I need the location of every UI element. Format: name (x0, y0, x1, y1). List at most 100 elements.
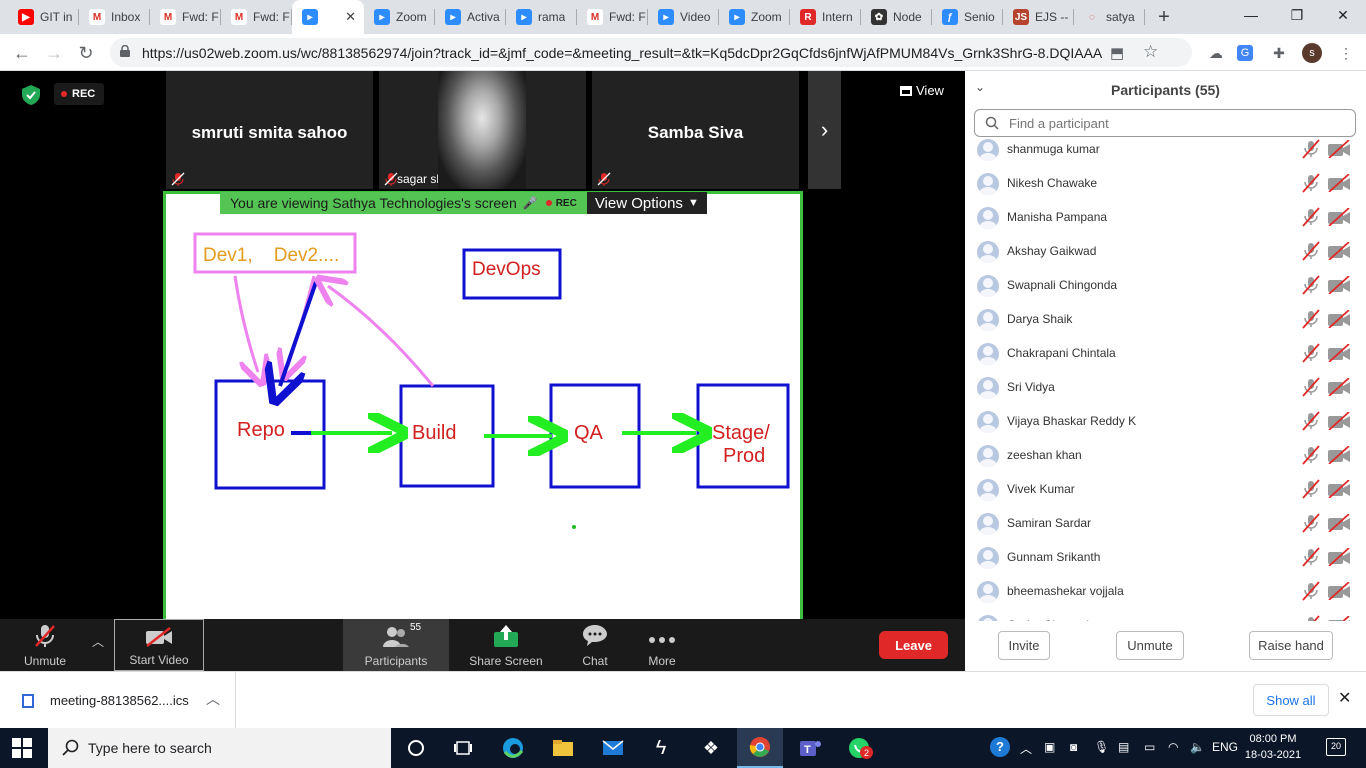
browser-tab[interactable]: ▸ rama (506, 0, 577, 34)
windows-taskbar: Type here to search ϟ ❖ T 2 ? ︿ ▣ ◙ 🎙 ▤ … (0, 728, 1366, 768)
participant-row[interactable]: Akshay Gaikwad (965, 241, 1366, 275)
mail-icon[interactable] (590, 728, 636, 768)
chevron-up-icon[interactable]: ︿ (206, 689, 220, 709)
whatsapp-icon[interactable]: 2 (836, 728, 882, 768)
participant-row[interactable]: bheemashekar vojjala (965, 581, 1366, 615)
search-input[interactable] (1009, 114, 1339, 132)
browser-tab[interactable]: ▸ Zoom (719, 0, 790, 34)
file-explorer-icon[interactable] (540, 728, 586, 768)
dropbox-icon[interactable]: ❖ (688, 728, 734, 768)
participant-row[interactable]: Gunnam Srikanth (965, 547, 1366, 581)
browser-tab[interactable]: ▶ GIT in (8, 0, 79, 34)
chrome-icon[interactable] (737, 728, 783, 768)
participant-row[interactable]: shanmuga kumar (965, 139, 1366, 173)
avatar (977, 139, 999, 161)
close-icon[interactable]: ✕ (1338, 688, 1351, 708)
notification-center-icon[interactable]: 20 (1326, 738, 1346, 756)
google-translate-icon[interactable]: G (1237, 45, 1253, 61)
mic-muted-icon (1302, 343, 1320, 363)
tab-close-icon[interactable]: ✕ (345, 9, 356, 25)
profile-avatar[interactable]: s (1302, 43, 1322, 63)
participant-row[interactable]: Vivek Kumar (965, 479, 1366, 513)
participant-row[interactable]: zeeshan khan (965, 445, 1366, 479)
menu-kebab-icon[interactable]: ⋮ (1336, 43, 1356, 63)
browser-tab[interactable]: R Intern (790, 0, 861, 34)
taskbar-search[interactable]: Type here to search (48, 728, 391, 768)
network-adapter-icon[interactable]: ▤ (1118, 740, 1129, 754)
volume-icon[interactable]: 🔈 (1190, 740, 1205, 754)
show-all-button[interactable]: Show all (1253, 684, 1329, 716)
security-tray-icon[interactable]: ▣ (1044, 740, 1055, 754)
back-arrow-icon[interactable]: ← (10, 41, 34, 65)
participant-row[interactable]: Nikesh Chawake (965, 173, 1366, 207)
forward-arrow-icon[interactable]: → (42, 41, 66, 65)
participant-row[interactable]: Vijaya Bhaskar Reddy K (965, 411, 1366, 445)
more-button[interactable]: More (640, 619, 684, 671)
share-screen-button[interactable]: Share Screen (466, 619, 546, 671)
next-page-chevron-icon[interactable]: › (808, 71, 841, 189)
participant-row[interactable]: Sri Vidya (965, 377, 1366, 411)
participant-row[interactable]: Darya Shaik (965, 309, 1366, 343)
close-window-button[interactable]: ✕ (1320, 0, 1366, 30)
mic-muted-icon (384, 172, 398, 186)
lightning-app-icon[interactable]: ϟ (638, 728, 684, 768)
security-shield-icon[interactable] (22, 85, 40, 105)
unmute-button[interactable]: Unmute (14, 619, 76, 671)
microphone-tray-icon[interactable]: 🎙 (1094, 740, 1109, 754)
participant-row[interactable]: Chakrapani Chintala (965, 343, 1366, 377)
browser-tab[interactable]: ◌ satya (1074, 0, 1145, 34)
reload-icon[interactable]: ↻ (74, 41, 98, 65)
bookmark-star-icon[interactable]: ☆ (1143, 42, 1158, 62)
participant-name: Vivek Kumar (1007, 482, 1075, 496)
chat-button[interactable]: Chat (570, 619, 620, 671)
unmute-self-button[interactable]: Unmute (1116, 631, 1184, 660)
audio-options-caret-icon[interactable]: ︿ (92, 633, 104, 650)
video-tile-smruti[interactable]: smruti smita sahoo (166, 71, 373, 189)
language-indicator[interactable]: ENG (1212, 740, 1238, 754)
browser-tab[interactable]: M Fwd: F (221, 0, 292, 34)
download-item[interactable]: meeting-88138562....ics ︿ (0, 672, 236, 729)
task-view-icon[interactable] (440, 728, 486, 768)
browser-tab[interactable]: M Fwd: F (577, 0, 648, 34)
browser-tab[interactable]: ▸ ✕ (292, 0, 364, 34)
minimize-button[interactable]: — (1228, 0, 1274, 30)
wifi-icon[interactable]: ◠ (1168, 740, 1178, 754)
participant-row[interactable]: Manisha Pampana (965, 207, 1366, 241)
cortana-icon[interactable] (393, 728, 439, 768)
tray-chevron-up-icon[interactable]: ︿ (1020, 740, 1032, 757)
raise-hand-button[interactable]: Raise hand (1249, 631, 1333, 660)
participant-name: Akshay Gaikwad (1007, 244, 1097, 258)
invite-button[interactable]: Invite (998, 631, 1050, 660)
help-icon[interactable]: ? (990, 737, 1010, 757)
windows-start-icon[interactable] (12, 738, 32, 758)
battery-icon[interactable]: ▭ (1144, 740, 1155, 754)
participant-search[interactable] (974, 109, 1356, 137)
browser-tab[interactable]: ƒ Senio (932, 0, 1003, 34)
browser-tab[interactable]: ▸ Activa (435, 0, 506, 34)
install-app-icon[interactable]: ⬒ (1110, 44, 1124, 62)
teams-icon[interactable]: T (787, 728, 833, 768)
start-video-button[interactable]: Start Video (114, 619, 204, 671)
maximize-button[interactable]: ❐ (1274, 0, 1320, 30)
edge-browser-icon[interactable] (490, 728, 536, 768)
browser-tab[interactable]: JS EJS -- (1003, 0, 1074, 34)
extensions-puzzle-icon[interactable]: ✚ (1269, 43, 1289, 63)
browser-tab[interactable]: M Fwd: F (150, 0, 221, 34)
clock[interactable]: 08:00 PM 18-03-2021 (1240, 731, 1306, 763)
browser-tab[interactable]: ▸ Zoom (364, 0, 435, 34)
browser-tab[interactable]: ▸ Video (648, 0, 719, 34)
participants-button[interactable]: Participants (343, 619, 449, 671)
new-tab-button[interactable]: + (1149, 0, 1179, 34)
cloud-download-icon[interactable]: ☁ (1206, 43, 1226, 63)
leave-button[interactable]: Leave (879, 631, 948, 659)
camera-tray-icon[interactable]: ◙ (1070, 740, 1077, 754)
view-options-button[interactable]: View Options ▼ (586, 192, 707, 214)
participant-row[interactable]: Swapnali Chingonda (965, 275, 1366, 309)
participant-row[interactable]: Samiran Sardar (965, 513, 1366, 547)
video-tile-samba[interactable]: Samba Siva (592, 71, 799, 189)
address-bar[interactable]: https://us02web.zoom.us/wc/88138562974/j… (110, 38, 1192, 67)
url-text[interactable]: https://us02web.zoom.us/wc/88138562974/j… (142, 45, 1102, 61)
view-button[interactable]: View (900, 83, 944, 98)
browser-tab[interactable]: ✿ Node (861, 0, 932, 34)
browser-tab[interactable]: M Inbox (79, 0, 150, 34)
